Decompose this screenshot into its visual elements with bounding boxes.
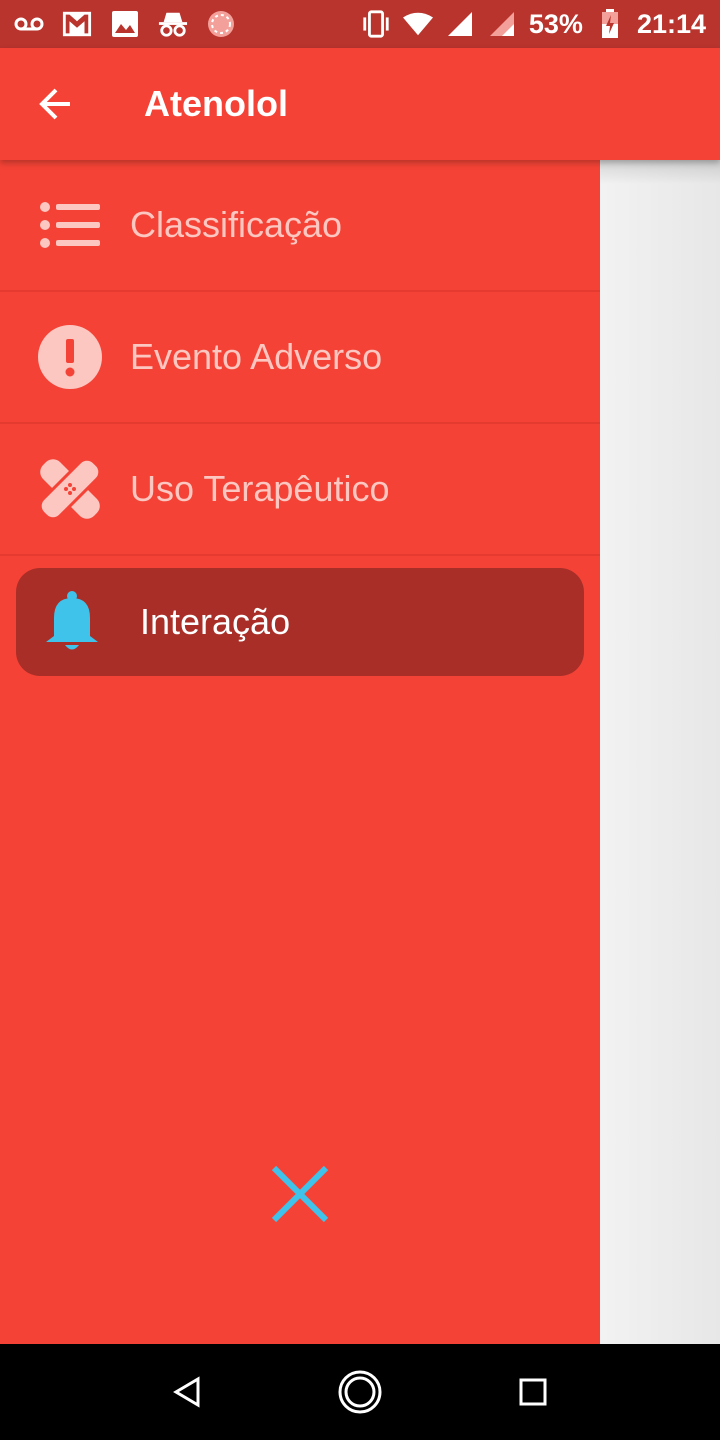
- drawer-item-label: Uso Terapêutico: [130, 468, 390, 509]
- drawer-item-evento-adverso[interactable]: Evento Adverso: [0, 292, 600, 424]
- battery-icon: [595, 9, 625, 39]
- notification-icons: [14, 9, 236, 39]
- bell-icon: [40, 590, 104, 654]
- close-icon: [271, 1165, 329, 1223]
- wifi-icon: [402, 9, 433, 39]
- voicemail-icon: [14, 9, 44, 39]
- battery-percentage: 53%: [528, 8, 583, 39]
- close-drawer-button[interactable]: [260, 1154, 340, 1234]
- list-icon: [38, 193, 102, 257]
- nav-home-button[interactable]: [325, 1357, 395, 1427]
- recents-square-icon: [519, 1378, 547, 1406]
- home-circle-icon: [338, 1370, 382, 1414]
- drawer-item-interacao[interactable]: Interação: [16, 568, 584, 676]
- page-title: Atenolol: [144, 83, 288, 124]
- drawer-item-label: Evento Adverso: [130, 336, 383, 377]
- system-indicators: 53% 21:14: [361, 9, 706, 40]
- incognito-icon: [158, 9, 188, 39]
- nav-recents-button[interactable]: [498, 1357, 568, 1427]
- drawer-item-classificacao[interactable]: Classificação: [0, 160, 600, 292]
- signal-icon: [487, 9, 517, 39]
- bandage-icon: [38, 457, 102, 521]
- drawer-item-label: Interação: [140, 601, 291, 642]
- gmail-icon: [62, 9, 92, 39]
- clock-time: 21:14: [636, 8, 706, 39]
- vibrate-icon: [361, 9, 391, 39]
- drawer-item-uso-terapeutico[interactable]: Uso Terapêutico: [0, 424, 600, 556]
- back-button[interactable]: [0, 48, 112, 160]
- signal-icon: [445, 9, 475, 39]
- navigation-drawer: Classificação Evento Adverso Uso Terapêu…: [0, 160, 600, 1344]
- system-navigation-bar: [0, 1344, 720, 1440]
- pinwheel-icon: [206, 9, 236, 39]
- arrow-left-icon: [39, 88, 70, 120]
- drawer-item-label: Classificação: [130, 204, 343, 245]
- status-bar: 53% 21:14: [0, 0, 720, 48]
- drawer-scrim[interactable]: [600, 160, 720, 1344]
- app-bar: Atenolol: [0, 48, 720, 160]
- image-icon: [110, 9, 140, 39]
- alert-circle-icon: [38, 325, 102, 389]
- nav-back-button[interactable]: [152, 1357, 222, 1427]
- back-triangle-icon: [172, 1376, 200, 1408]
